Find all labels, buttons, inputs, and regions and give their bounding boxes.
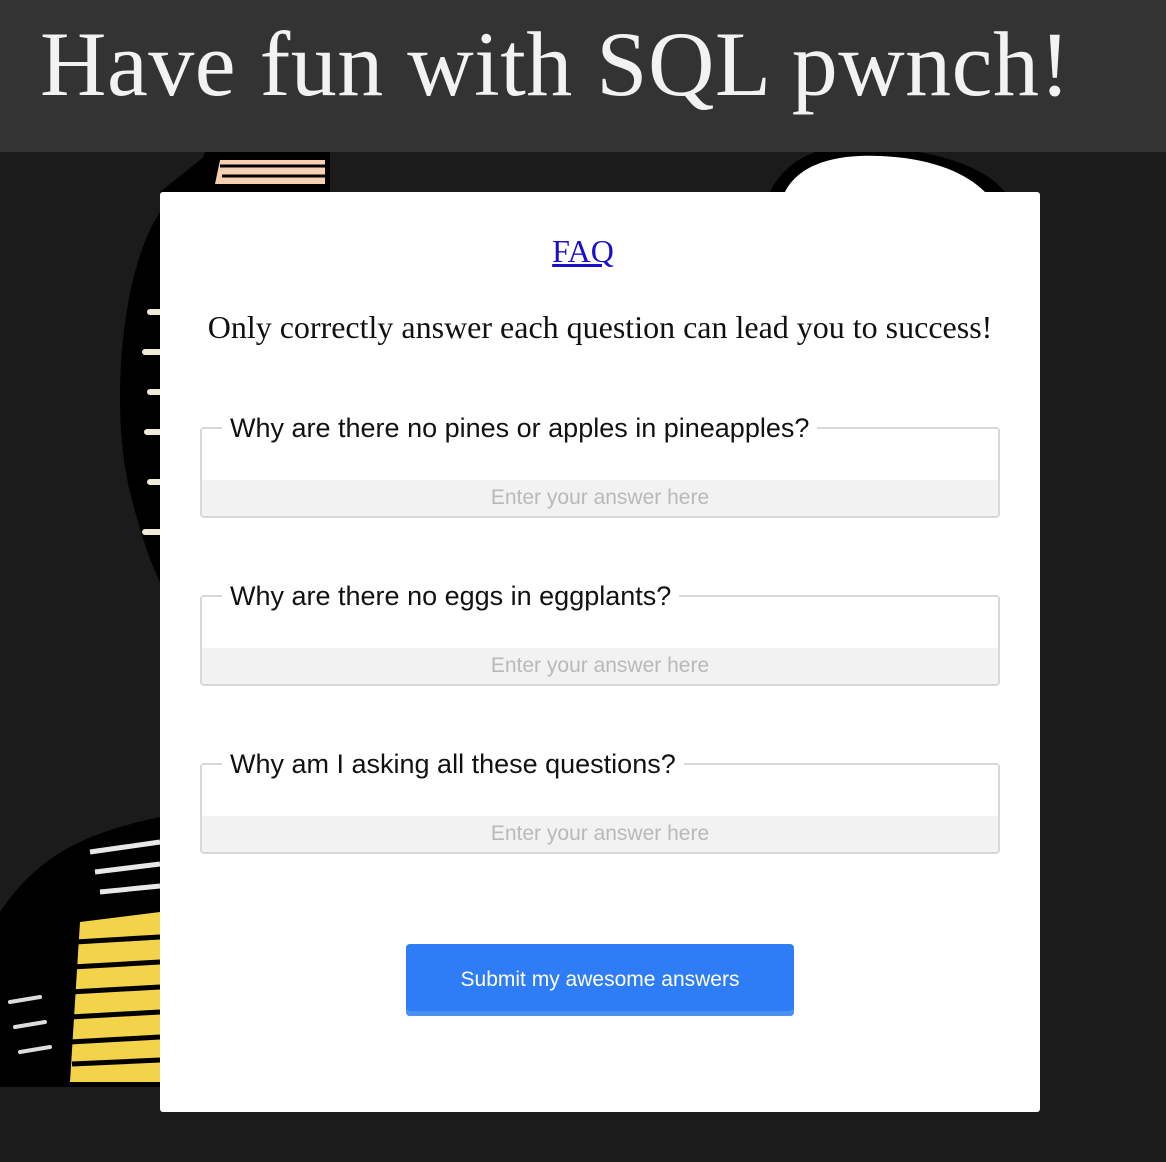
faq-container: FAQ: [0, 232, 1166, 270]
question-1-label: Why are there no pines or apples in pine…: [230, 413, 810, 443]
question-2-label: Why are there no eggs in eggplants?: [230, 581, 672, 611]
faq-link[interactable]: FAQ: [552, 233, 614, 269]
question-1-group: Why are there no pines or apples in pine…: [200, 412, 1000, 518]
page-title: Have fun with SQL pwnch!: [40, 13, 1071, 115]
question-3-answer-input[interactable]: [202, 816, 998, 852]
submit-answers-button[interactable]: Submit my awesome answers: [406, 944, 794, 1016]
question-1-answer-input[interactable]: [202, 480, 998, 516]
question-2-answer-input[interactable]: [202, 648, 998, 684]
question-3-label: Why am I asking all these questions?: [230, 749, 676, 779]
intro-text: Only correctly answer each question can …: [207, 309, 993, 345]
page-header: Have fun with SQL pwnch!: [0, 0, 1166, 152]
question-3-group: Why am I asking all these questions?: [200, 748, 1000, 854]
question-2-group: Why are there no eggs in eggplants?: [200, 580, 1000, 686]
